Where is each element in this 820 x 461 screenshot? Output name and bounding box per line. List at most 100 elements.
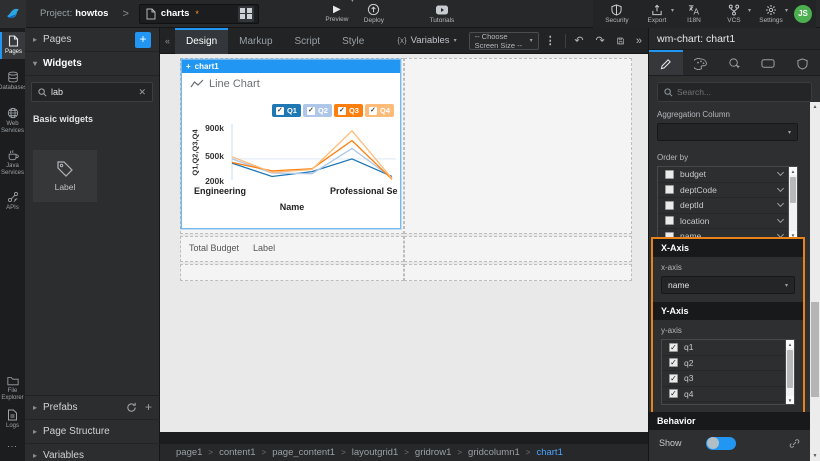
y-axis-row-q3[interactable]: ✓q3 [662,371,794,387]
order-by-row-location[interactable]: location [658,214,797,230]
y-axis-row-q4[interactable]: ✓q4 [662,387,794,403]
refresh-icon[interactable] [126,402,137,413]
add-prefab-icon[interactable]: + [145,402,152,413]
scroll-up-icon[interactable]: ▲ [810,102,820,112]
prefabs-accordion[interactable]: ▸ Prefabs + [25,396,160,420]
properties-search-input[interactable] [677,87,787,97]
chevron-down-icon[interactable] [777,216,784,223]
tab-design[interactable]: Design [175,28,228,54]
scroll-up-icon[interactable]: ▲ [786,340,794,348]
tab-markup[interactable]: Markup [228,28,283,54]
breadcrumb-item[interactable]: gridrow1 [415,447,451,458]
breadcrumb-item-current[interactable]: chart1 [536,447,562,458]
security-button[interactable]: Security [597,4,637,24]
checkbox-unchecked[interactable] [665,201,674,210]
grid-cell[interactable] [180,264,404,281]
y-axis-scrollbar[interactable]: ▲ ▼ [785,340,794,404]
tab-events[interactable] [717,50,751,75]
user-avatar[interactable]: JS [794,5,812,23]
aggregation-column-select[interactable]: ▾ [657,123,798,141]
legend-item-q1[interactable]: ✓Q1 [272,104,301,117]
sidebar-item-file-explorer[interactable]: File Explorer [0,372,25,404]
tab-properties[interactable] [649,50,683,75]
legend-item-q3[interactable]: ✓Q3 [334,104,363,117]
panel-scrollbar[interactable]: ▲ ▼ [810,102,820,461]
tab-style[interactable]: Style [331,28,375,54]
widget-search-input[interactable]: lab ✕ [31,82,153,102]
tab-security[interactable] [785,50,819,75]
order-by-row-deptid[interactable]: deptId [658,198,797,214]
sidebar-item-pages[interactable]: Pages [0,32,25,59]
sidebar-more-button[interactable]: ... [0,436,25,452]
y-axis-row-q2[interactable]: ✓q2 [662,356,794,372]
sidebar-item-java-services[interactable]: Java Services [0,146,25,179]
breadcrumb-item[interactable]: gridcolumn1 [468,447,520,458]
legend-item-q4[interactable]: ✓Q4 [365,104,394,117]
widgets-accordion[interactable]: ▾ Widgets [25,52,159,76]
bind-link-icon[interactable] [789,438,800,449]
i18n-button[interactable]: A I18N [674,4,714,24]
page-tab-charts[interactable]: charts * [139,4,259,24]
clear-search-icon[interactable]: ✕ [138,87,146,98]
wavemaker-logo[interactable] [0,0,26,28]
checkbox-unchecked[interactable] [665,216,674,225]
sidebar-item-apis[interactable]: APIs [0,188,25,215]
label-widget-on-canvas[interactable]: Label [253,243,275,253]
grid-cell[interactable]: Total Budget Label [180,236,404,262]
collapse-right-panel-icon[interactable]: » [630,35,648,47]
checkbox-checked[interactable]: ✓ [669,389,678,398]
breadcrumb-item[interactable]: page_content1 [272,447,335,458]
page-structure-accordion[interactable]: ▸ Page Structure [25,420,160,444]
deploy-button[interactable]: Deploy [354,3,394,24]
save-icon[interactable] [611,35,630,47]
grid-cell[interactable] [404,236,632,262]
sidebar-item-databases[interactable]: Databases [0,68,25,95]
chevron-down-icon[interactable] [777,200,784,207]
kebab-menu-icon[interactable]: ⋮ [539,34,562,47]
variables-accordion[interactable]: ▸ Variables [25,444,160,461]
chevron-down-icon[interactable] [777,169,784,176]
chevron-down-icon[interactable] [777,185,784,192]
tutorials-button[interactable]: Tutorials [422,3,462,24]
pages-accordion[interactable]: ▸ Pages + [25,28,159,52]
tab-devices[interactable] [751,50,785,75]
label-widget-tile[interactable]: Label [33,150,97,202]
properties-search[interactable] [657,82,812,102]
tab-styles[interactable] [683,50,717,75]
scroll-up-icon[interactable]: ▲ [789,167,797,175]
scroll-down-icon[interactable]: ▼ [810,451,820,461]
x-axis-select[interactable]: name ▾ [661,276,795,294]
sidebar-item-web-services[interactable]: Web Services [0,104,25,137]
chart-widget-header[interactable]: + chart1 [182,60,400,73]
checkbox-unchecked[interactable] [665,185,674,194]
legend-item-q2[interactable]: ✓Q2 [303,104,332,117]
breadcrumb-item[interactable]: content1 [219,447,255,458]
add-page-button[interactable]: + [135,32,151,48]
redo-icon[interactable]: ↷ [590,34,611,47]
sidebar-item-logs[interactable]: Logs [0,406,25,433]
chart-widget[interactable]: + chart1 Line Chart ✓Q1 ✓Q2 ✓Q3 ✓Q4 900k… [181,59,401,229]
grid-cell[interactable] [404,58,632,234]
breadcrumb-item[interactable]: layoutgrid1 [352,447,398,458]
total-budget-label[interactable]: Total Budget [189,243,239,253]
collapse-left-panel-icon[interactable]: « [160,36,175,46]
order-by-scrollbar[interactable]: ▲ ▼ [788,167,797,239]
tab-script[interactable]: Script [284,28,332,54]
show-toggle[interactable] [706,437,736,450]
variables-menu[interactable]: {x} Variables ▾ [397,35,456,46]
breadcrumb-item[interactable]: page1 [176,447,202,458]
order-by-row-budget[interactable]: budget [658,167,797,183]
scroll-down-icon[interactable]: ▼ [786,396,794,404]
design-canvas[interactable]: Total Budget Label + chart1 Line Chart [160,54,648,432]
y-axis-row-q1[interactable]: ✓q1 [662,340,794,356]
settings-dropdown-caret[interactable]: ▾ [785,7,788,14]
grid-cell[interactable] [404,264,632,281]
checkbox-unchecked[interactable] [665,170,674,179]
checkbox-checked[interactable]: ✓ [669,343,678,352]
screen-size-select[interactable]: -- Choose Screen Size -- ▾ [469,32,539,50]
checkbox-checked[interactable]: ✓ [669,358,678,367]
page-switcher-icon[interactable] [238,6,254,22]
order-by-row-deptcode[interactable]: deptCode [658,183,797,199]
undo-icon[interactable]: ↶ [568,34,589,47]
checkbox-checked[interactable]: ✓ [669,374,678,383]
